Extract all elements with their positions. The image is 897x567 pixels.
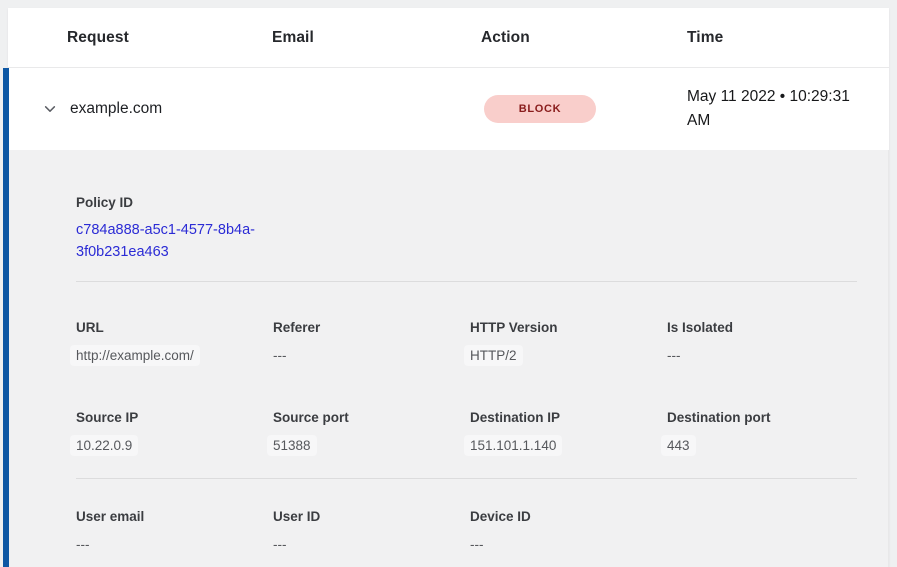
field-label: Device ID <box>470 507 667 527</box>
policy-id-label: Policy ID <box>76 193 857 213</box>
divider <box>76 478 857 479</box>
field-value: 10.22.0.9 <box>76 436 273 456</box>
divider <box>76 281 857 282</box>
logs-table-card: Request Email Action Time example.com BL… <box>8 8 889 567</box>
field-is-isolated: Is Isolated --- <box>667 318 864 366</box>
field-destination-ip: Destination IP 151.101.1.140 <box>470 408 667 456</box>
field-user-email: User email --- <box>76 507 273 555</box>
field-value: --- <box>273 535 470 555</box>
log-detail-panel: Policy ID c784a888-a5c1-4577-8b4a-3f0b23… <box>8 150 889 567</box>
time-cell: May 11 2022 • 10:29:31 AM <box>687 85 889 133</box>
request-cell: example.com <box>42 100 272 118</box>
column-header-email: Email <box>272 29 481 47</box>
field-label: Destination IP <box>470 408 667 428</box>
field-label: Destination port <box>667 408 864 428</box>
field-label: Source IP <box>76 408 273 428</box>
field-destination-port: Destination port 443 <box>667 408 864 456</box>
field-user-id: User ID --- <box>273 507 470 555</box>
field-value: HTTP/2 <box>470 346 667 366</box>
field-value: 443 <box>667 436 864 456</box>
field-value: 151.101.1.140 <box>470 436 667 456</box>
field-label: User ID <box>273 507 470 527</box>
field-label: Referer <box>273 318 470 338</box>
field-label: User email <box>76 507 273 527</box>
detail-fields-section-2: User email --- User ID --- Device ID --- <box>76 507 857 555</box>
field-label: URL <box>76 318 273 338</box>
field-source-ip: Source IP 10.22.0.9 <box>76 408 273 456</box>
column-header-request: Request <box>67 29 272 47</box>
field-device-id: Device ID --- <box>470 507 667 555</box>
field-source-port: Source port 51388 <box>273 408 470 456</box>
request-domain: example.com <box>70 100 162 118</box>
field-value: --- <box>470 535 667 555</box>
block-action-badge: BLOCK <box>484 95 596 123</box>
field-value: 51388 <box>273 436 470 456</box>
column-header-time: Time <box>687 29 889 47</box>
field-http-version: HTTP Version HTTP/2 <box>470 318 667 366</box>
log-table-row[interactable]: example.com BLOCK May 11 2022 • 10:29:31… <box>8 68 889 150</box>
field-policy-id: Policy ID c784a888-a5c1-4577-8b4a-3f0b23… <box>76 193 857 263</box>
chevron-down-icon[interactable] <box>42 101 58 117</box>
detail-fields-section-1: URL http://example.com/ Referer --- HTTP… <box>76 318 857 456</box>
field-value: --- <box>667 346 864 366</box>
policy-id-link[interactable]: c784a888-a5c1-4577-8b4a-3f0b231ea463 <box>76 220 281 263</box>
expanded-row-accent-bar <box>3 68 9 567</box>
column-header-action: Action <box>481 29 687 47</box>
action-cell: BLOCK <box>481 95 687 123</box>
field-label: Source port <box>273 408 470 428</box>
field-referer: Referer --- <box>273 318 470 366</box>
field-label: Is Isolated <box>667 318 864 338</box>
field-label: HTTP Version <box>470 318 667 338</box>
table-header: Request Email Action Time <box>8 8 889 68</box>
field-value: http://example.com/ <box>76 346 273 366</box>
logs-page: Request Email Action Time example.com BL… <box>0 0 897 567</box>
field-value: --- <box>76 535 273 555</box>
field-url: URL http://example.com/ <box>76 318 273 366</box>
field-value: --- <box>273 346 470 366</box>
